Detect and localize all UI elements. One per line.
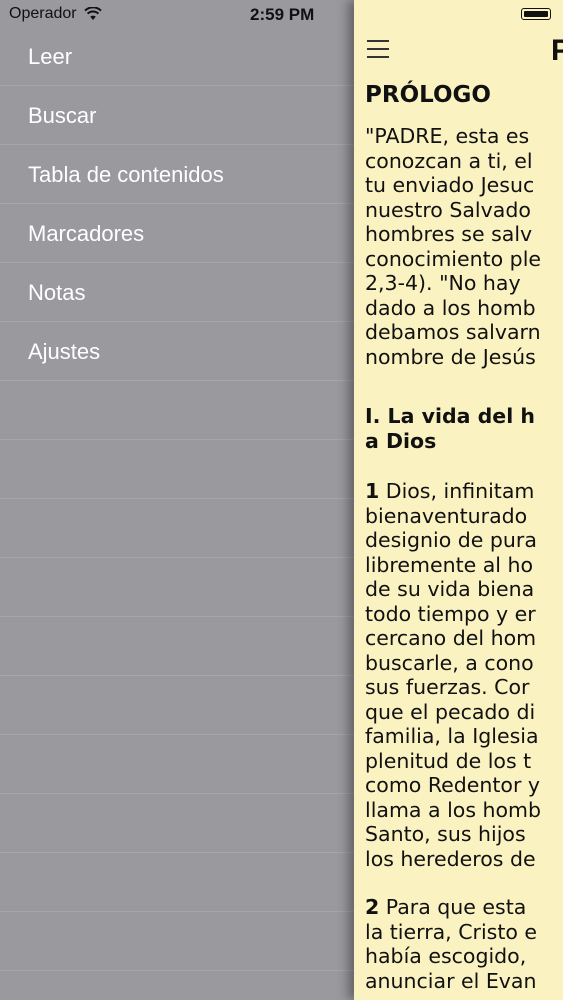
hamburger-menu-icon[interactable] <box>367 40 389 58</box>
app-screen: Operador 2:59 PM Leer Buscar Tabla de co… <box>0 0 563 1000</box>
menu-empty-row <box>0 853 354 912</box>
text-line: anunciar el Evan <box>365 968 537 993</box>
text-line: que el pecado di <box>365 699 536 724</box>
text-line: de su vida biena <box>365 577 535 601</box>
paragraph-number: 2 <box>365 895 380 919</box>
menu-empty-row <box>0 794 354 853</box>
text-line: 1 Dios, infinitam <box>365 479 563 504</box>
status-time: 2:59 PM <box>250 5 315 24</box>
section-heading-line: a Dios <box>365 428 437 453</box>
battery-icon <box>521 8 551 20</box>
text-line: conozcan a ti, el <box>365 148 533 173</box>
text-line: designio de pura <box>365 528 537 552</box>
prologue-paragraph: "PADRE, esta es conozcan a ti, el tu env… <box>365 124 563 369</box>
text-line: buscarle, a cono <box>365 650 534 675</box>
status-bar: Operador 2:59 PM <box>0 0 563 30</box>
text-line: Santo, sus hijos <box>365 822 526 846</box>
text-line: conocimiento ple <box>365 246 542 271</box>
menu-empty-row <box>0 912 354 971</box>
menu-item-ajustes[interactable]: Ajustes <box>0 322 354 381</box>
text-line: 2 Para que esta <box>365 895 563 920</box>
menu-item-leer[interactable]: Leer <box>0 27 354 86</box>
menu-item-marcadores[interactable]: Marcadores <box>0 204 354 263</box>
text-line: libremente al ho <box>365 552 534 577</box>
text-line: como Redentor y <box>365 773 541 797</box>
carrier: Operador <box>9 5 102 23</box>
text-line: había escogido, <box>365 944 527 968</box>
text-line: tu enviado Jesuc <box>365 173 535 197</box>
menu-empty-row <box>0 617 354 676</box>
side-menu: Leer Buscar Tabla de contenidos Marcador… <box>0 27 354 971</box>
text-line: llama a los homb <box>365 797 542 822</box>
menu-item-buscar[interactable]: Buscar <box>0 86 354 145</box>
menu-empty-row <box>0 676 354 735</box>
wifi-icon <box>83 7 102 20</box>
menu-empty-row <box>0 381 354 440</box>
menu-empty-row <box>0 440 354 499</box>
menu-empty-row <box>0 735 354 794</box>
text-line: cercano del hom <box>365 626 537 650</box>
paragraph-number: 1 <box>365 479 380 503</box>
text-line: nombre de Jesús <box>365 344 536 369</box>
text-line: dado a los homb <box>365 295 536 320</box>
menu-empty-row <box>0 558 354 617</box>
section-heading-line: I. La vida del h <box>365 404 535 428</box>
text-line-start: Para que esta <box>379 895 527 919</box>
text-line: nuestro Salvado <box>365 197 531 222</box>
paragraph-1: 1 Dios, infinitam bienaventurado designi… <box>365 479 563 871</box>
paragraph-2: 2 Para que esta la tierra, Cristo e habí… <box>365 895 563 993</box>
text-line: hombres se salv <box>365 222 533 246</box>
reader-title: P <box>551 34 563 67</box>
text-line: plenitud de los t <box>365 748 532 773</box>
text-line: bienaventurado <box>365 503 528 528</box>
text-line: la tierra, Cristo e <box>365 919 538 944</box>
text-line: todo tiempo y er <box>365 601 536 626</box>
text-line: "PADRE, esta es <box>365 124 530 148</box>
text-line: sus fuerzas. Cor <box>365 675 530 699</box>
menu-item-notas[interactable]: Notas <box>0 263 354 322</box>
section-heading: I. La vida del h a Dios <box>365 404 563 453</box>
carrier-label: Operador <box>9 5 77 22</box>
menu-item-tabla-de-contenidos[interactable]: Tabla de contenidos <box>0 145 354 204</box>
reader-content: PRÓLOGO "PADRE, esta es conozcan a ti, e… <box>365 82 563 993</box>
text-line: debamos salvarn <box>365 320 541 344</box>
prologue-heading: PRÓLOGO <box>365 82 491 108</box>
reader-panel[interactable]: P PRÓLOGO "PADRE, esta es conozcan a ti,… <box>354 0 563 1000</box>
menu-empty-row <box>0 499 354 558</box>
text-line: los herederos de <box>365 846 536 871</box>
text-line: familia, la Iglesia <box>365 724 539 748</box>
text-line-start: Dios, infinitam <box>379 479 535 503</box>
text-line: 2,3-4). "No hay <box>365 271 521 295</box>
